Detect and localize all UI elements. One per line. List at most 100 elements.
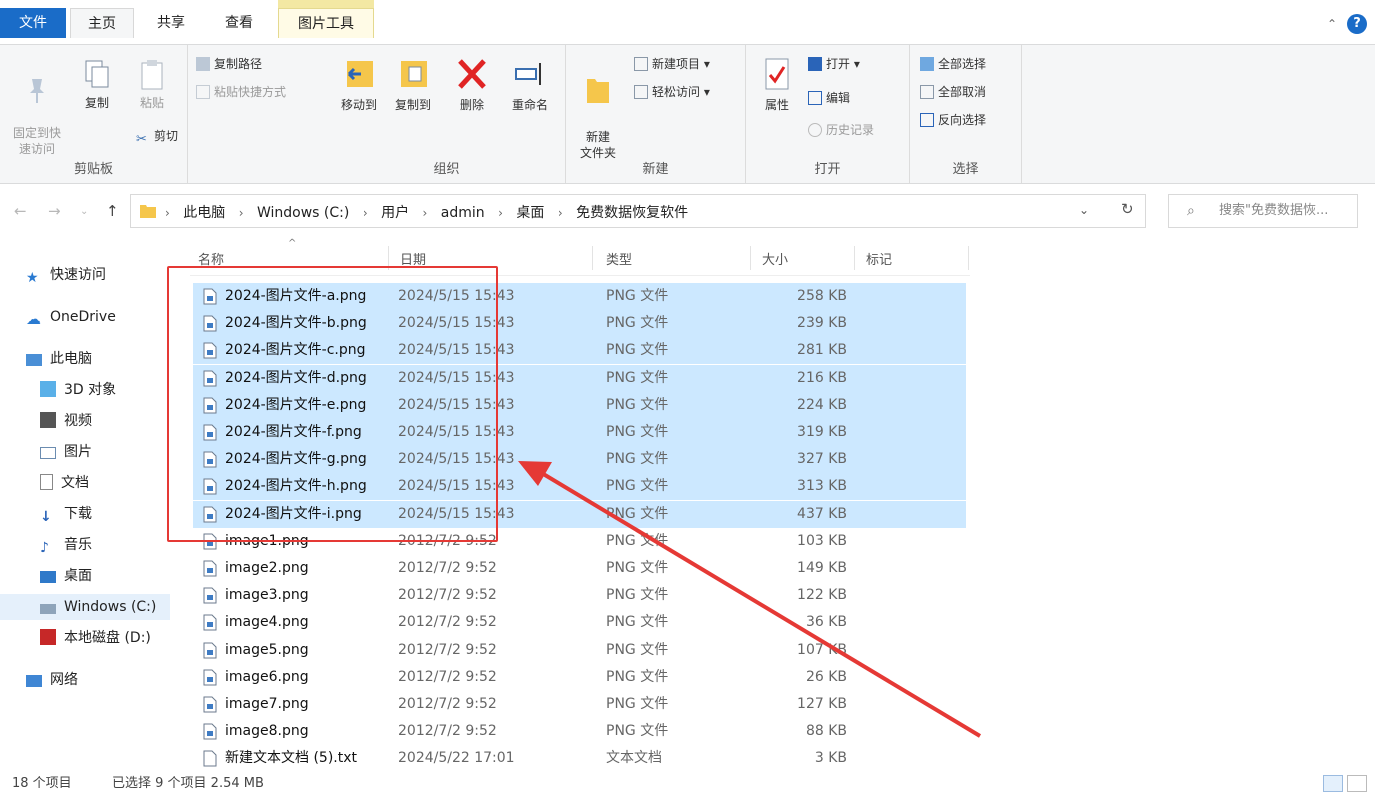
nav-documents[interactable]: 文档	[40, 470, 89, 496]
delete-button[interactable]: 删除	[452, 55, 492, 113]
column-divider[interactable]	[388, 246, 389, 270]
paste-button[interactable]: 粘贴	[124, 59, 180, 111]
tab-picture-tools[interactable]: 图片工具	[278, 8, 374, 38]
file-row[interactable]: 2024-图片文件-g.png 2024/5/15 15:43 PNG 文件 327 …	[193, 446, 966, 473]
paste-shortcut-button[interactable]: 粘贴快捷方式	[196, 81, 286, 103]
file-row[interactable]: 2024-图片文件-f.png 2024/5/15 15:43 PNG 文件 319 …	[193, 419, 966, 446]
column-size[interactable]: 大小	[762, 249, 788, 268]
tab-file[interactable]: 文件	[0, 8, 66, 38]
new-folder-button[interactable]: 新建 文件夹	[572, 55, 624, 161]
copy-path-button[interactable]: 复制路径	[196, 53, 262, 75]
nav-3d-objects[interactable]: 3D 对象	[40, 377, 116, 403]
file-date: 2012/7/2 9:52	[398, 533, 497, 549]
file-row[interactable]: image3.png 2012/7/2 9:52 PNG 文件 122 KB	[193, 582, 966, 609]
file-date: 2012/7/2 9:52	[398, 669, 497, 685]
nav-videos[interactable]: 视频	[40, 408, 92, 434]
refresh-icon[interactable]: ↻	[1121, 200, 1134, 218]
properties-button[interactable]: 属性	[756, 57, 798, 113]
download-icon: ↓	[40, 509, 52, 525]
breadcrumb-this-pc[interactable]: 此电脑	[183, 205, 225, 221]
rename-button[interactable]: 重命名	[502, 55, 558, 113]
open-button[interactable]: 打开 ▾	[808, 53, 860, 75]
edit-button[interactable]: 编辑	[808, 87, 850, 109]
tab-share[interactable]: 共享	[140, 8, 202, 38]
nav-music[interactable]: ♪ 音乐	[40, 532, 92, 558]
nav-pictures[interactable]: 图片	[40, 439, 92, 465]
copy-button[interactable]: 复制	[76, 59, 118, 111]
file-row[interactable]: image6.png 2012/7/2 9:52 PNG 文件 26 KB	[193, 664, 966, 691]
nav-onedrive[interactable]: ☁ OneDrive	[26, 304, 116, 330]
tab-view[interactable]: 查看	[208, 8, 270, 38]
file-type: PNG 文件	[606, 587, 669, 603]
nav-desktop[interactable]: 桌面	[40, 563, 92, 589]
copy-to-button[interactable]: 复制到	[388, 55, 438, 113]
breadcrumb-windows-c[interactable]: Windows (C:)	[257, 205, 349, 221]
easy-access-button[interactable]: 轻松访问 ▾	[634, 81, 710, 103]
nav-quick-access[interactable]: ★ 快速访问	[26, 262, 106, 288]
up-arrow-icon[interactable]: ↑	[106, 202, 119, 220]
forward-arrow-icon[interactable]: →	[48, 202, 61, 220]
column-divider[interactable]	[854, 246, 855, 270]
select-group: 全部选择 全部取消 反向选择 选择	[910, 45, 1022, 183]
file-row[interactable]: 2024-图片文件-h.png 2024/5/15 15:43 PNG 文件 313 …	[193, 473, 966, 500]
new-item-icon	[634, 57, 648, 71]
select-all-button[interactable]: 全部选择	[920, 53, 986, 75]
nav-this-pc[interactable]: 此电脑	[26, 346, 92, 372]
history-button[interactable]: 历史记录	[808, 119, 874, 141]
file-row[interactable]: 2024-图片文件-e.png 2024/5/15 15:43 PNG 文件 224 …	[193, 392, 966, 419]
details-view-icon[interactable]	[1323, 775, 1343, 792]
file-row[interactable]: image4.png 2012/7/2 9:52 PNG 文件 36 KB	[193, 609, 966, 636]
address-dropdown-icon[interactable]: ⌄	[1079, 203, 1089, 217]
column-divider[interactable]	[592, 246, 593, 270]
nav-network[interactable]: 网络	[26, 667, 78, 693]
file-row[interactable]: image2.png 2012/7/2 9:52 PNG 文件 149 KB	[193, 555, 966, 582]
collapse-ribbon-icon[interactable]: ⌃	[1327, 17, 1337, 31]
file-date: 2012/7/2 9:52	[398, 642, 497, 658]
drive-d-icon	[40, 629, 56, 645]
column-date[interactable]: 日期	[400, 249, 426, 268]
breadcrumb-admin[interactable]: admin	[441, 205, 485, 221]
large-icons-view-icon[interactable]	[1347, 775, 1367, 792]
column-header-row: ^ 名称 日期 类型 大小 标记	[190, 238, 970, 276]
file-name: image4.png	[225, 614, 309, 630]
recent-locations-icon[interactable]: ⌄	[80, 206, 88, 217]
nav-local-disk-d[interactable]: 本地磁盘 (D:)	[40, 625, 151, 651]
file-row[interactable]: image5.png 2012/7/2 9:52 PNG 文件 107 KB	[193, 637, 966, 664]
select-none-button[interactable]: 全部取消	[920, 81, 986, 103]
pin-quick-access-button[interactable]: 固定到快 速访问	[4, 59, 70, 157]
file-type: PNG 文件	[606, 478, 669, 494]
file-row[interactable]: 2024-图片文件-a.png 2024/5/15 15:43 PNG 文件 258 …	[193, 283, 966, 310]
invert-selection-button[interactable]: 反向选择	[920, 109, 986, 131]
move-to-button[interactable]: 移动到	[334, 55, 384, 113]
column-name[interactable]: 名称	[198, 249, 224, 268]
search-input[interactable]: ⌕ 搜索"免费数据恢...	[1168, 194, 1358, 228]
file-row[interactable]: 2024-图片文件-i.png 2024/5/15 15:43 PNG 文件 437 …	[193, 501, 966, 528]
sort-ascending-icon: ^	[288, 238, 297, 249]
file-size: 437 KB	[797, 506, 847, 522]
help-icon[interactable]: ?	[1347, 14, 1367, 34]
file-row[interactable]: image7.png 2012/7/2 9:52 PNG 文件 127 KB	[193, 691, 966, 718]
column-divider[interactable]	[750, 246, 751, 270]
column-type[interactable]: 类型	[606, 249, 632, 268]
breadcrumb-users[interactable]: 用户	[381, 205, 409, 221]
text-file-icon	[203, 750, 217, 767]
file-row[interactable]: 2024-图片文件-d.png 2024/5/15 15:43 PNG 文件 216 …	[193, 365, 966, 392]
address-bar[interactable]: › 此电脑 › Windows (C:) › 用户 › admin › 桌面 ›…	[130, 194, 1146, 228]
back-arrow-icon[interactable]: ←	[14, 202, 27, 220]
file-row[interactable]: image8.png 2012/7/2 9:52 PNG 文件 88 KB	[193, 718, 966, 745]
breadcrumb-desktop[interactable]: 桌面	[516, 205, 544, 221]
nav-windows-c[interactable]: Windows (C:)	[0, 594, 170, 620]
network-icon	[26, 675, 42, 687]
file-row[interactable]: image1.png 2012/7/2 9:52 PNG 文件 103 KB	[193, 528, 966, 555]
new-item-button[interactable]: 新建项目 ▾	[634, 53, 710, 75]
column-divider[interactable]	[968, 246, 969, 270]
image-file-icon	[203, 397, 217, 414]
column-tags[interactable]: 标记	[866, 249, 892, 268]
breadcrumb-current-folder[interactable]: 免费数据恢复软件	[576, 205, 688, 221]
file-row[interactable]: 新建文本文档 (5).txt 2024/5/22 17:01 文本文档 3 KB	[193, 745, 966, 772]
file-row[interactable]: 2024-图片文件-c.png 2024/5/15 15:43 PNG 文件 281 …	[193, 337, 966, 364]
cut-button[interactable]: ✂ 剪切	[136, 125, 178, 147]
nav-downloads[interactable]: ↓ 下载	[40, 501, 92, 527]
file-row[interactable]: 2024-图片文件-b.png 2024/5/15 15:43 PNG 文件 239 …	[193, 310, 966, 337]
tab-home[interactable]: 主页	[70, 8, 134, 38]
